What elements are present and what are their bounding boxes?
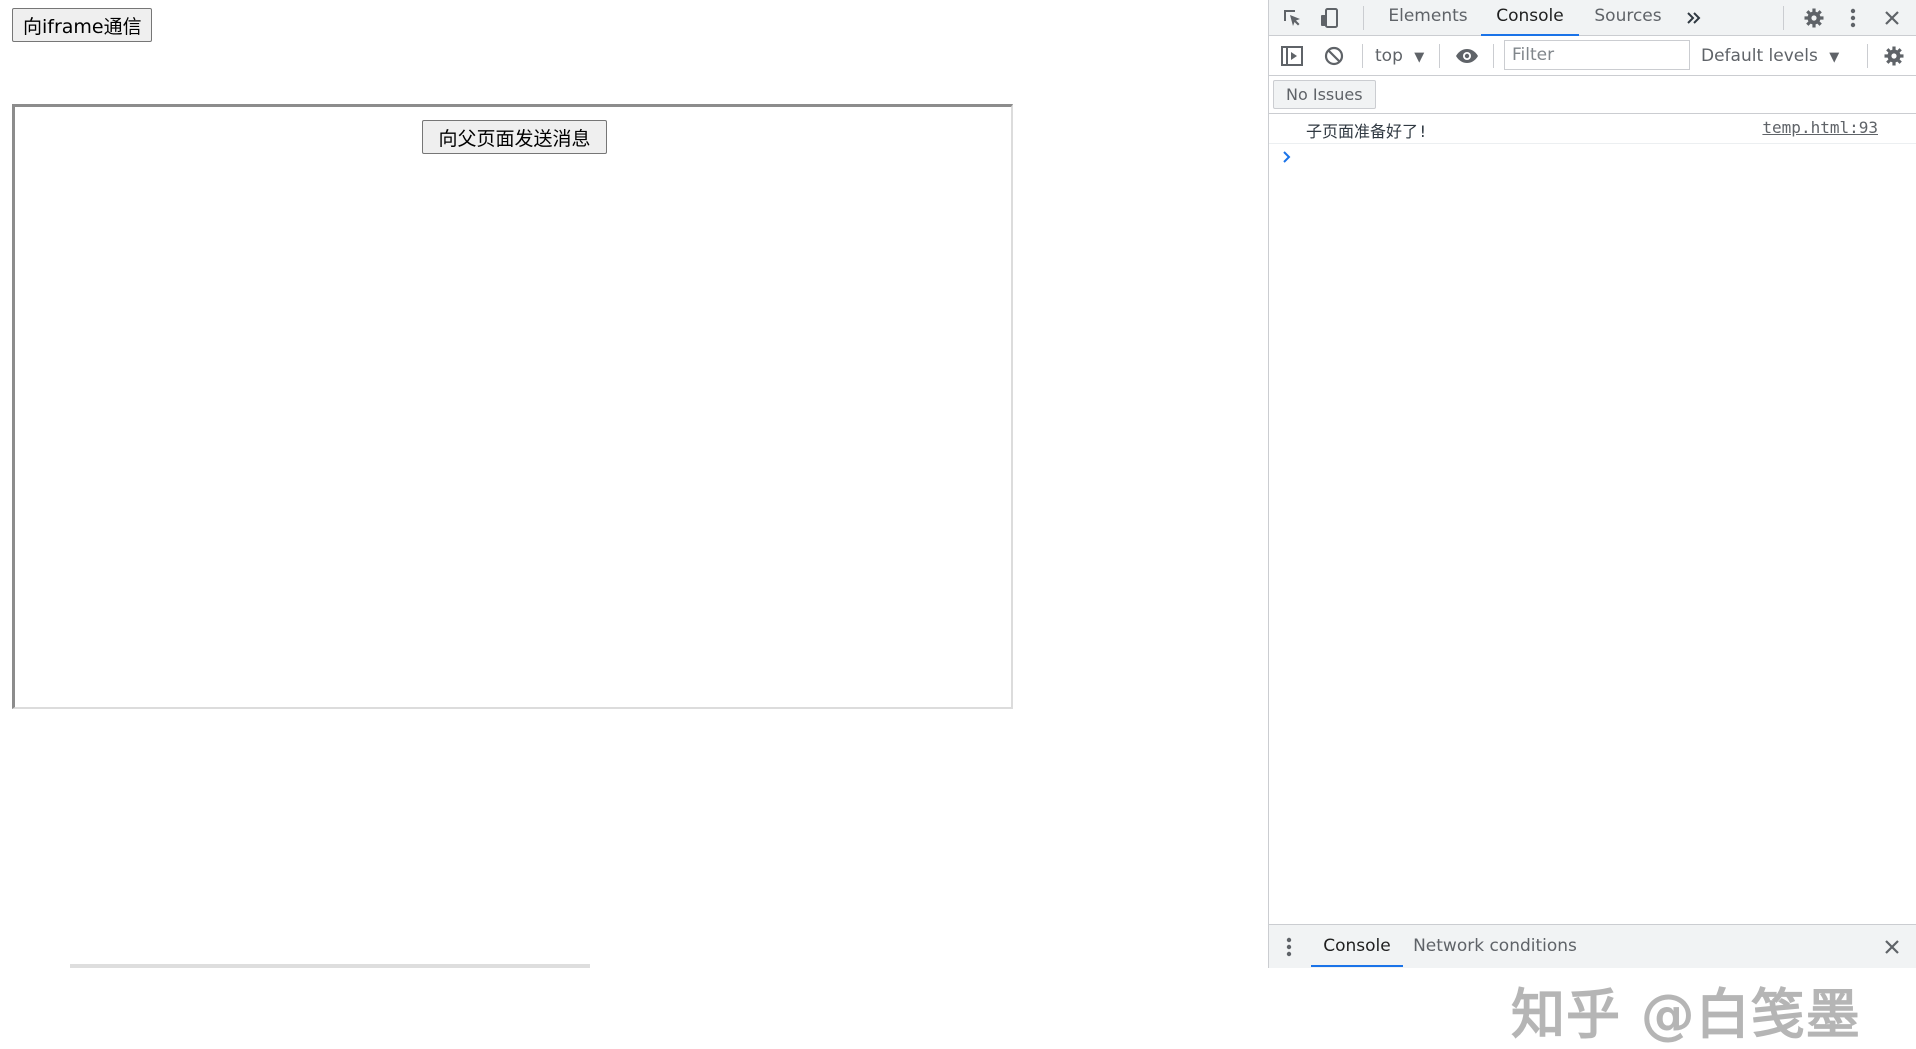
tab-elements[interactable]: Elements bbox=[1375, 0, 1481, 36]
issues-bar: No Issues bbox=[1269, 76, 1916, 114]
toolbar-divider bbox=[1363, 6, 1364, 30]
kebab-menu-icon[interactable] bbox=[1841, 3, 1865, 33]
toolbar-divider bbox=[1783, 6, 1784, 30]
drawer-tab-network-conditions[interactable]: Network conditions bbox=[1411, 925, 1579, 967]
filter-input[interactable] bbox=[1504, 40, 1690, 70]
drawer-menu-icon[interactable] bbox=[1279, 932, 1299, 962]
context-selector[interactable]: top ▼ bbox=[1375, 40, 1424, 72]
send-to-iframe-button[interactable]: 向iframe通信 bbox=[12, 8, 152, 42]
console-prompt-chevron-icon[interactable] bbox=[1280, 149, 1294, 163]
devtools-panel: Elements Console Sources top ▼ Filter De… bbox=[1268, 0, 1916, 1046]
horizontal-scrollbar[interactable] bbox=[70, 964, 590, 968]
toolbar-divider bbox=[1439, 44, 1440, 68]
console-message-row: 子页面准备好了! temp.html:93 bbox=[1269, 114, 1916, 144]
sidebar-toggle-icon[interactable] bbox=[1277, 41, 1307, 71]
toolbar-divider bbox=[1867, 44, 1868, 68]
console-toolbar: top ▼ Default levels ▼ bbox=[1269, 36, 1916, 76]
console-message-text: 子页面准备好了! bbox=[1306, 122, 1428, 141]
log-levels-selector[interactable]: Default levels ▼ bbox=[1701, 40, 1839, 72]
close-icon[interactable] bbox=[1877, 3, 1907, 33]
console-output[interactable]: 子页面准备好了! temp.html:93 知乎 @白笺墨 bbox=[1269, 114, 1916, 1046]
tab-sources[interactable]: Sources bbox=[1579, 0, 1677, 36]
eye-icon[interactable] bbox=[1452, 41, 1482, 71]
devtools-tabbar: Elements Console Sources bbox=[1269, 0, 1916, 36]
inspect-element-icon[interactable] bbox=[1277, 3, 1307, 33]
console-message-source-link[interactable]: temp.html:93 bbox=[1762, 118, 1878, 137]
watermark: 知乎 @白笺墨 bbox=[1511, 983, 1861, 1046]
double-chevron-right-icon[interactable] bbox=[1681, 3, 1707, 33]
log-levels-value: Default levels bbox=[1701, 46, 1818, 66]
toolbar-divider bbox=[1362, 44, 1363, 68]
page-content: 向iframe通信 向父页面发送消息 bbox=[0, 0, 1268, 968]
clear-console-icon[interactable] bbox=[1319, 41, 1349, 71]
context-value: top bbox=[1375, 46, 1403, 66]
issues-button[interactable]: No Issues bbox=[1273, 80, 1376, 109]
drawer-close-icon[interactable] bbox=[1877, 932, 1907, 962]
drawer-tab-console[interactable]: Console bbox=[1311, 925, 1403, 967]
devtools-drawer-tabbar: Console Network conditions bbox=[1269, 924, 1916, 968]
send-to-parent-button[interactable]: 向父页面发送消息 bbox=[422, 120, 607, 154]
tab-console[interactable]: Console bbox=[1481, 0, 1579, 36]
device-toolbar-icon[interactable] bbox=[1315, 3, 1345, 33]
console-settings-gear-icon[interactable] bbox=[1879, 41, 1909, 71]
dropdown-arrow-icon: ▼ bbox=[1414, 50, 1425, 65]
child-iframe: 向父页面发送消息 bbox=[12, 104, 1013, 709]
dropdown-arrow-icon: ▼ bbox=[1829, 50, 1840, 65]
toolbar-divider bbox=[1493, 44, 1494, 68]
gear-icon[interactable] bbox=[1799, 3, 1829, 33]
